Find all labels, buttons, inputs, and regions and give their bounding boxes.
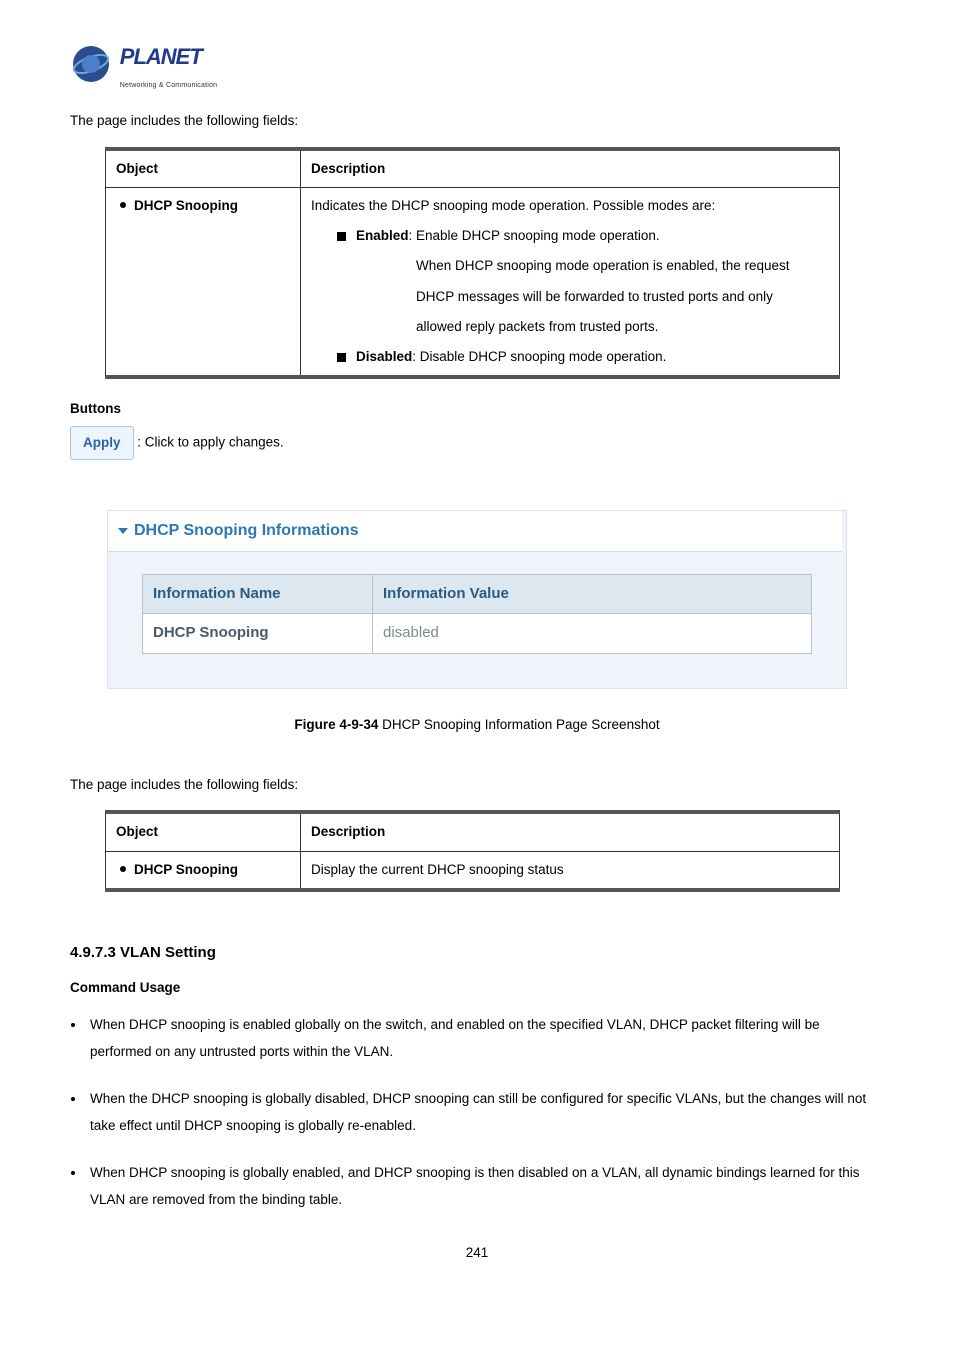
bullet-icon [120, 866, 126, 872]
apply-desc: : Click to apply changes. [137, 434, 283, 449]
cmd-item-1: When the DHCP snooping is globally disab… [86, 1085, 884, 1139]
intro-text-1: The page includes the following fields: [70, 111, 884, 131]
info-row-value: disabled [373, 614, 812, 654]
table2-obj-label: DHCP Snooping [134, 862, 238, 877]
planet-globe-icon [70, 43, 112, 91]
page-number: 241 [70, 1243, 884, 1263]
fields-table-1: Object Description DHCP Snooping Indicat… [105, 147, 840, 380]
desc-disabled: Disabled: Disable DHCP snooping mode ope… [337, 347, 829, 367]
dhcp-info-panel: DHCP Snooping Informations Information N… [107, 510, 847, 689]
disabled-text: : Disable DHCP snooping mode operation. [412, 349, 666, 364]
figure-caption-bold: Figure 4-9-34 [294, 717, 378, 732]
cmd-item-0: When DHCP snooping is enabled globally o… [86, 1011, 884, 1065]
enabled-sub3: allowed reply packets from trusted ports… [416, 317, 829, 337]
command-usage-heading: Command Usage [70, 978, 884, 998]
table1-head-object: Object [106, 149, 301, 188]
table2-row-object: DHCP Snooping [106, 851, 301, 890]
square-bullet-icon [337, 232, 346, 241]
brand-name: PLANET [120, 44, 202, 69]
disabled-label: Disabled [356, 349, 412, 364]
table2-head-object: Object [106, 812, 301, 851]
command-usage-list: When DHCP snooping is enabled globally o… [70, 1011, 884, 1213]
table2-head-description: Description [301, 812, 840, 851]
enabled-sub1: When DHCP snooping mode operation is ena… [416, 256, 829, 276]
fields-table-2: Object Description DHCP Snooping Display… [105, 810, 840, 892]
square-bullet-icon [337, 353, 346, 362]
chevron-down-icon [118, 528, 128, 534]
bullet-icon [120, 202, 126, 208]
panel-header: DHCP Snooping Informations [108, 511, 842, 552]
info-table: Information Name Information Value DHCP … [142, 574, 812, 654]
enabled-text: : Enable DHCP snooping mode operation. [409, 228, 660, 243]
figure-caption: Figure 4-9-34 DHCP Snooping Information … [70, 715, 884, 735]
table1-row-object: DHCP Snooping [106, 187, 301, 377]
brand-logo: PLANET Networking & Communication [70, 40, 884, 93]
info-col-name: Information Name [143, 574, 373, 614]
table1-obj-label: DHCP Snooping [134, 198, 238, 213]
buttons-heading: Buttons [70, 399, 884, 419]
figure-caption-rest: DHCP Snooping Information Page Screensho… [378, 717, 659, 732]
table1-head-description: Description [301, 149, 840, 188]
apply-button[interactable]: Apply [70, 426, 134, 460]
cmd-item-2: When DHCP snooping is globally enabled, … [86, 1159, 884, 1213]
info-col-value: Information Value [373, 574, 812, 614]
table1-row-desc: Indicates the DHCP snooping mode operati… [301, 187, 840, 377]
desc-enabled: Enabled: Enable DHCP snooping mode opera… [337, 226, 829, 246]
table2-row-desc: Display the current DHCP snooping status [301, 851, 840, 890]
brand-tagline: Networking & Communication [120, 82, 217, 89]
intro-text-2: The page includes the following fields: [70, 775, 884, 795]
panel-title: DHCP Snooping Informations [134, 522, 359, 539]
section-heading: 4.9.7.3 VLAN Setting [70, 942, 884, 965]
enabled-label: Enabled [356, 228, 409, 243]
desc-line1: Indicates the DHCP snooping mode operati… [311, 196, 829, 216]
enabled-sub2: DHCP messages will be forwarded to trust… [416, 287, 829, 307]
info-row-name: DHCP Snooping [143, 614, 373, 654]
